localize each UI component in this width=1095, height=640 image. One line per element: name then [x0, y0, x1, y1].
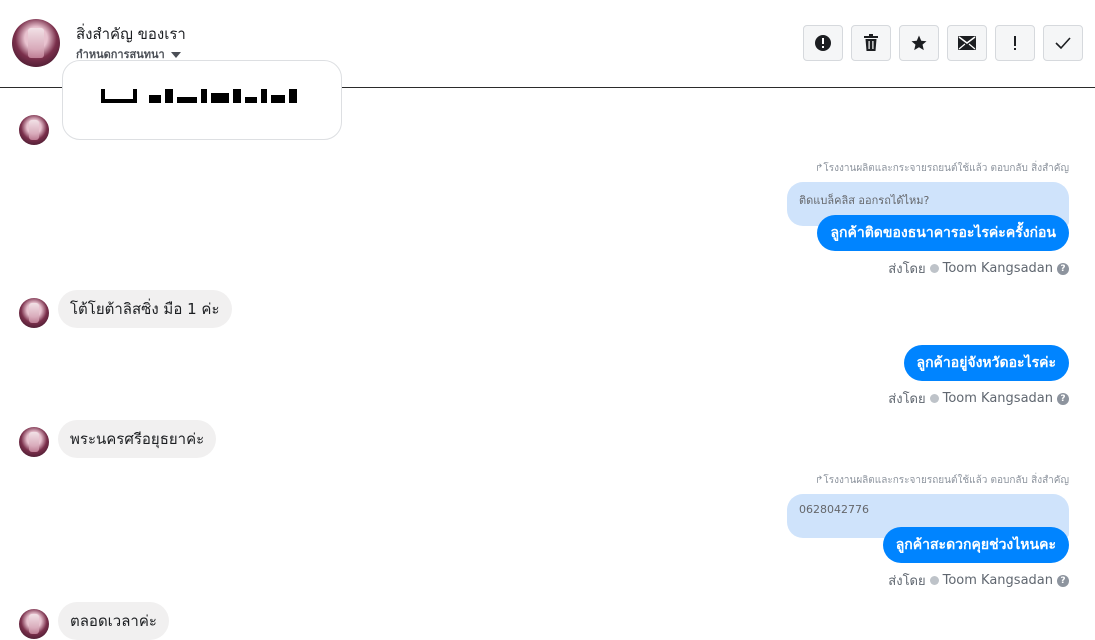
caret-down-icon: [170, 52, 181, 58]
sender-status-icon: [929, 394, 939, 403]
sent-by-line: ส่งโดย Toom Kangsadan ?: [888, 258, 1069, 279]
alert-circle-icon: [815, 35, 831, 51]
exclamation-icon: [1014, 36, 1016, 50]
sender-status-icon: [929, 264, 939, 273]
star-button[interactable]: [899, 25, 939, 61]
mail-button[interactable]: [947, 25, 987, 61]
sender-name[interactable]: Toom Kangsadan: [943, 261, 1053, 276]
envelope-icon: [958, 36, 976, 50]
outgoing-message[interactable]: ลูกค้าสะดวกคุยช่วงไหนคะ: [882, 527, 1069, 563]
outgoing-message[interactable]: ลูกค้าติดของธนาคารอะไรค่ะครั้งก่อน: [817, 215, 1069, 251]
sent-by-line: ส่งโดย Toom Kangsadan ?: [888, 388, 1069, 409]
sender-status-icon: [929, 576, 939, 585]
sent-by-line: ส่งโดย Toom Kangsadan ?: [888, 570, 1069, 591]
delete-button[interactable]: [851, 25, 891, 61]
conversation-title: สิ่งสำคัญ ของเรา: [76, 25, 186, 43]
sender-name[interactable]: Toom Kangsadan: [943, 573, 1053, 588]
contact-avatar-small: [19, 298, 49, 328]
incoming-message[interactable]: โต้โยต้าลิสซิ่ง มือ 1 ค่ะ: [58, 290, 232, 328]
check-icon: [1055, 37, 1071, 50]
qr-code-image-message[interactable]: [62, 60, 342, 140]
trash-icon: [864, 34, 878, 51]
reply-note: ↱โรงงานผลิตและกระจายรถยนต์ใช้แล้ว ตอบกลั…: [814, 475, 1069, 486]
contact-avatar-small: [19, 427, 49, 457]
star-icon: [911, 35, 927, 51]
help-icon[interactable]: ?: [1057, 574, 1069, 587]
sender-name[interactable]: Toom Kangsadan: [943, 391, 1053, 406]
reply-note: ↱โรงงานผลิตและกระจายรถยนต์ใช้แล้ว ตอบกลั…: [814, 163, 1069, 174]
incoming-message[interactable]: ตลอดเวลาค่ะ: [58, 602, 169, 640]
report-button[interactable]: [803, 25, 843, 61]
contact-avatar-small: [19, 115, 49, 145]
contact-avatar[interactable]: [12, 19, 60, 67]
contact-avatar-small: [19, 609, 49, 639]
incoming-message[interactable]: พระนครศรีอยุธยาค่ะ: [58, 420, 217, 458]
help-icon[interactable]: ?: [1057, 392, 1069, 405]
help-icon[interactable]: ?: [1057, 262, 1069, 275]
sent-by-label: ส่งโดย: [888, 262, 926, 277]
outgoing-message[interactable]: ลูกค้าอยู่จังหวัดอะไรค่ะ: [903, 345, 1069, 381]
sent-by-label: ส่งโดย: [888, 392, 926, 407]
sent-by-label: ส่งโดย: [888, 574, 926, 589]
qr-code-fragment: [101, 89, 301, 103]
done-button[interactable]: [1043, 25, 1083, 61]
important-button[interactable]: [995, 25, 1035, 61]
